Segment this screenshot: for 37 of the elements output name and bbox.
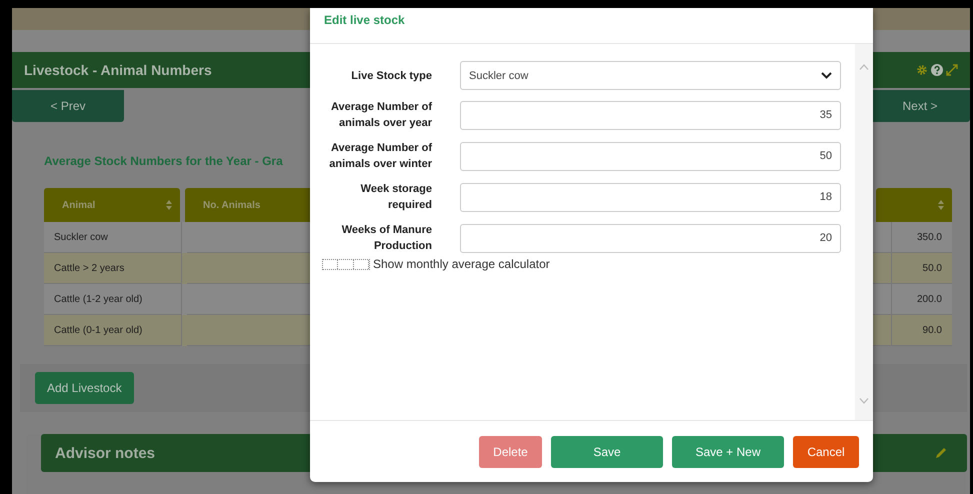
column-header[interactable]	[876, 188, 952, 222]
field-label: Average Number of animals over year	[330, 100, 432, 131]
scrollbar[interactable]	[855, 44, 873, 420]
column-label: Animal	[62, 200, 96, 210]
field-label: Average Number of animals over winter	[328, 141, 432, 172]
sort-icon[interactable]	[938, 200, 944, 210]
prev-button[interactable]: < Prev	[12, 90, 124, 122]
field-label: Week storage required	[360, 182, 432, 213]
sort-icon[interactable]	[166, 200, 172, 210]
chevron-down-icon	[821, 72, 832, 79]
modal-title: Edit live stock	[310, 8, 873, 44]
field-label: Weeks of Manure Production	[340, 223, 432, 254]
checkbox-label: Show monthly average calculator	[373, 257, 550, 271]
input-field[interactable]: 20	[460, 224, 841, 252]
input-field[interactable]: 50	[460, 142, 841, 170]
expand-icon[interactable]	[946, 64, 958, 76]
notes-title: Advisor notes	[55, 444, 156, 462]
table-cell: 90.0	[891, 315, 952, 346]
checkbox[interactable]	[322, 258, 370, 270]
table-cell: Cattle (0-1 year old)	[44, 315, 182, 346]
dialog-button[interactable]: Save	[551, 436, 663, 468]
column-label: No. Animals	[203, 200, 260, 210]
scroll-up-icon[interactable]	[859, 64, 869, 70]
panel-title: Livestock - Animal Numbers	[24, 62, 212, 78]
section-title: Average Stock Numbers for the Year - Gra	[44, 154, 283, 170]
dialog-button[interactable]: Save + New	[672, 436, 784, 468]
pencil-icon[interactable]	[935, 447, 947, 459]
next-button[interactable]: Next >	[870, 90, 970, 122]
input-field[interactable]: 35	[460, 100, 841, 130]
add-livestock-button[interactable]: Add Livestock	[35, 372, 134, 404]
field-label: Live Stock type	[350, 68, 432, 84]
scroll-down-icon[interactable]	[859, 398, 869, 404]
input-field[interactable]: 18	[460, 182, 841, 212]
help-icon[interactable]	[931, 64, 943, 76]
select-field[interactable]: Suckler cow	[460, 61, 841, 90]
dialog-button[interactable]: Cancel	[793, 436, 859, 468]
gear-icon[interactable]	[916, 64, 928, 76]
